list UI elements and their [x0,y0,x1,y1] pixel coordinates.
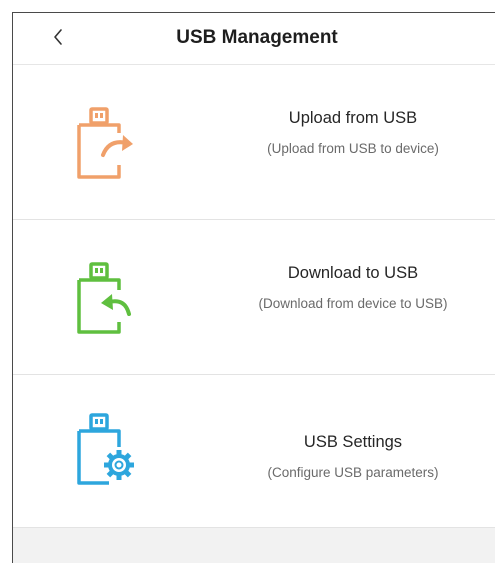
menu-item-description: (Upload from USB to device) [267,141,439,156]
header-bar: USB Management [13,13,495,65]
usb-settings-icon [71,409,141,489]
menu-item-text: Download to USB (Download from device to… [233,262,473,313]
menu-item-description: (Download from device to USB) [258,296,448,311]
menu-item-download-to-usb[interactable]: Download to USB (Download from device to… [13,220,495,375]
usb-management-screen: USB Management Upload from USB (Upload f… [12,12,495,563]
menu-item-title: USB Settings [303,433,403,451]
usb-download-icon [71,258,141,338]
footer-area [13,528,495,563]
menu-item-upload-from-usb[interactable]: Upload from USB (Upload from USB to devi… [13,65,495,220]
menu-item-description: (Configure USB parameters) [267,465,439,480]
menu-item-title: Download to USB [287,264,419,282]
page-title: USB Management [176,27,338,48]
menu-item-text: USB Settings (Configure USB parameters) [233,431,473,482]
menu-item-usb-settings[interactable]: USB Settings (Configure USB parameters) [13,375,495,528]
menu-item-text: Upload from USB (Upload from USB to devi… [233,107,473,158]
menu-item-title: Upload from USB [288,109,418,127]
usb-upload-icon [71,103,141,183]
